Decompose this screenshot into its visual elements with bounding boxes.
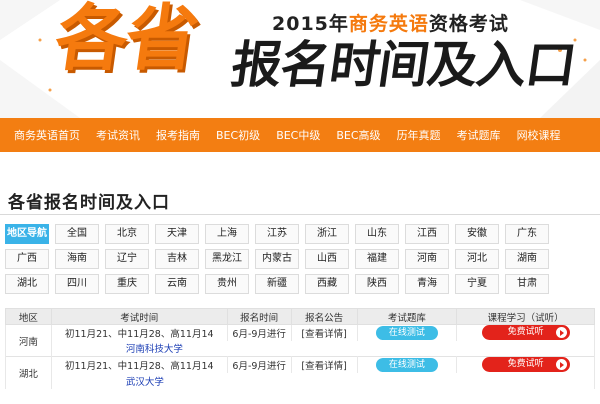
col-header-course: 课程学习（试听） [456,308,595,325]
region-link[interactable]: 河北 [455,249,499,269]
region-link[interactable]: 青海 [405,274,449,294]
region-link[interactable]: 湖北 [5,274,49,294]
nav-item-bec-higher[interactable]: BEC高级 [336,127,380,143]
region-link[interactable]: 河南 [405,249,449,269]
region-link[interactable]: 海南 [55,249,99,269]
table-row-sub: 武汉大学 [6,372,596,389]
banner-big-black: 报名时间及入口 [227,36,580,94]
region-link[interactable]: 内蒙古 [255,249,299,269]
table-row: 湖北 初11月21、中11月28、高11月14 6月-9月进行 [查看详情] 在… [5,356,595,389]
play-icon [555,359,567,371]
table-header-row: 地区 考试时间 报名时间 报名公告 考试题库 课程学习（试听） [5,308,595,325]
region-link[interactable]: 山东 [355,224,399,244]
col-header-question-bank: 考试题库 [356,308,458,325]
region-link[interactable]: 宁夏 [455,274,499,294]
table-row-sub: 河南科技大学 [6,340,596,357]
banner-big-orange: 各省 [50,0,202,80]
row-region: 河南 [5,324,52,357]
online-test-button[interactable]: 在线测试 [375,357,438,372]
banner: 2015年商务英语资格考试 各省 报名时间及入口 [0,0,600,118]
view-details-link[interactable]: [查看详情] [301,361,346,372]
heading-divider [0,214,600,215]
region-link[interactable]: 广西 [5,249,49,269]
nav-item-past-papers[interactable]: 历年真题 [397,127,441,143]
region-link[interactable]: 吉林 [155,249,199,269]
banner-subtitle: 2015年商务英语资格考试 [272,13,509,35]
region-link[interactable]: 江西 [405,224,449,244]
play-icon [555,327,567,339]
row-signup: 6月-9月进行 [226,356,292,373]
row-signup: 6月-9月进行 [226,324,292,341]
region-link[interactable]: 北京 [105,224,149,244]
region-link[interactable]: 云南 [155,274,199,294]
region-link[interactable]: 山西 [305,249,349,269]
region-link[interactable]: 辽宁 [105,249,149,269]
nav-item-bec-prelim[interactable]: BEC初级 [216,127,260,143]
exam-table: 地区 考试时间 报名时间 报名公告 考试题库 课程学习（试听） 河南 初11月2… [5,308,596,389]
nav-item-news[interactable]: 考试资讯 [96,127,140,143]
row-exam-time: 初11月21、中11月28、高11月14 [50,356,228,373]
view-details-link[interactable]: [查看详情] [301,329,346,340]
online-test-button[interactable]: 在线测试 [375,325,438,340]
region-link[interactable]: 黑龙江 [205,249,249,269]
nav-item-home[interactable]: 商务英语首页 [14,127,80,143]
nav-item-courses[interactable]: 网校课程 [517,127,561,143]
region-link[interactable]: 重庆 [105,274,149,294]
col-header-signup: 报名时间 [226,308,292,325]
main-nav: 商务英语首页 考试资讯 报考指南 BEC初级 BEC中级 BEC高级 历年真题 … [0,118,600,152]
nav-item-guide[interactable]: 报考指南 [156,127,200,143]
page-title: 各省报名时间及入口 [8,193,170,213]
region-link[interactable]: 江苏 [255,224,299,244]
region-link[interactable]: 全国 [55,224,99,244]
university-link[interactable]: 河南科技大学 [50,340,596,357]
region-nav-label: 地区导航 [5,224,49,244]
region-link[interactable]: 湖南 [505,249,549,269]
region-link[interactable]: 甘肃 [505,274,549,294]
region-link[interactable]: 福建 [355,249,399,269]
col-header-exam-time: 考试时间 [50,308,228,325]
region-link[interactable]: 陕西 [355,274,399,294]
region-grid: 地区导航 全国 北京 天津 上海 江苏 浙江 山东 江西 安徽 广东 广西 海南… [5,224,595,294]
page: 2015年商务英语资格考试 各省 报名时间及入口 商务英语首页 考试资讯 报考指… [0,0,600,404]
region-link[interactable]: 四川 [55,274,99,294]
col-header-notice: 报名公告 [290,308,358,325]
region-link[interactable]: 西藏 [305,274,349,294]
col-header-region: 地区 [5,308,52,325]
free-trial-button[interactable]: 免费试听 [481,325,570,341]
free-trial-button[interactable]: 免费试听 [481,357,570,373]
region-link[interactable]: 上海 [205,224,249,244]
region-link[interactable]: 天津 [155,224,199,244]
nav-item-bec-vantage[interactable]: BEC中级 [276,127,320,143]
row-exam-time: 初11月21、中11月28、高11月14 [50,324,228,341]
nav-item-question-bank[interactable]: 考试题库 [457,127,501,143]
region-link[interactable]: 安徽 [455,224,499,244]
region-link[interactable]: 贵州 [205,274,249,294]
row-region: 湖北 [5,356,52,389]
table-row: 河南 初11月21、中11月28、高11月14 6月-9月进行 [查看详情] 在… [5,324,595,357]
region-link[interactable]: 广东 [505,224,549,244]
region-link[interactable]: 新疆 [255,274,299,294]
region-link[interactable]: 浙江 [305,224,349,244]
banner-subtitle-highlight: 商务英语 [348,13,429,35]
university-link[interactable]: 武汉大学 [50,372,596,389]
